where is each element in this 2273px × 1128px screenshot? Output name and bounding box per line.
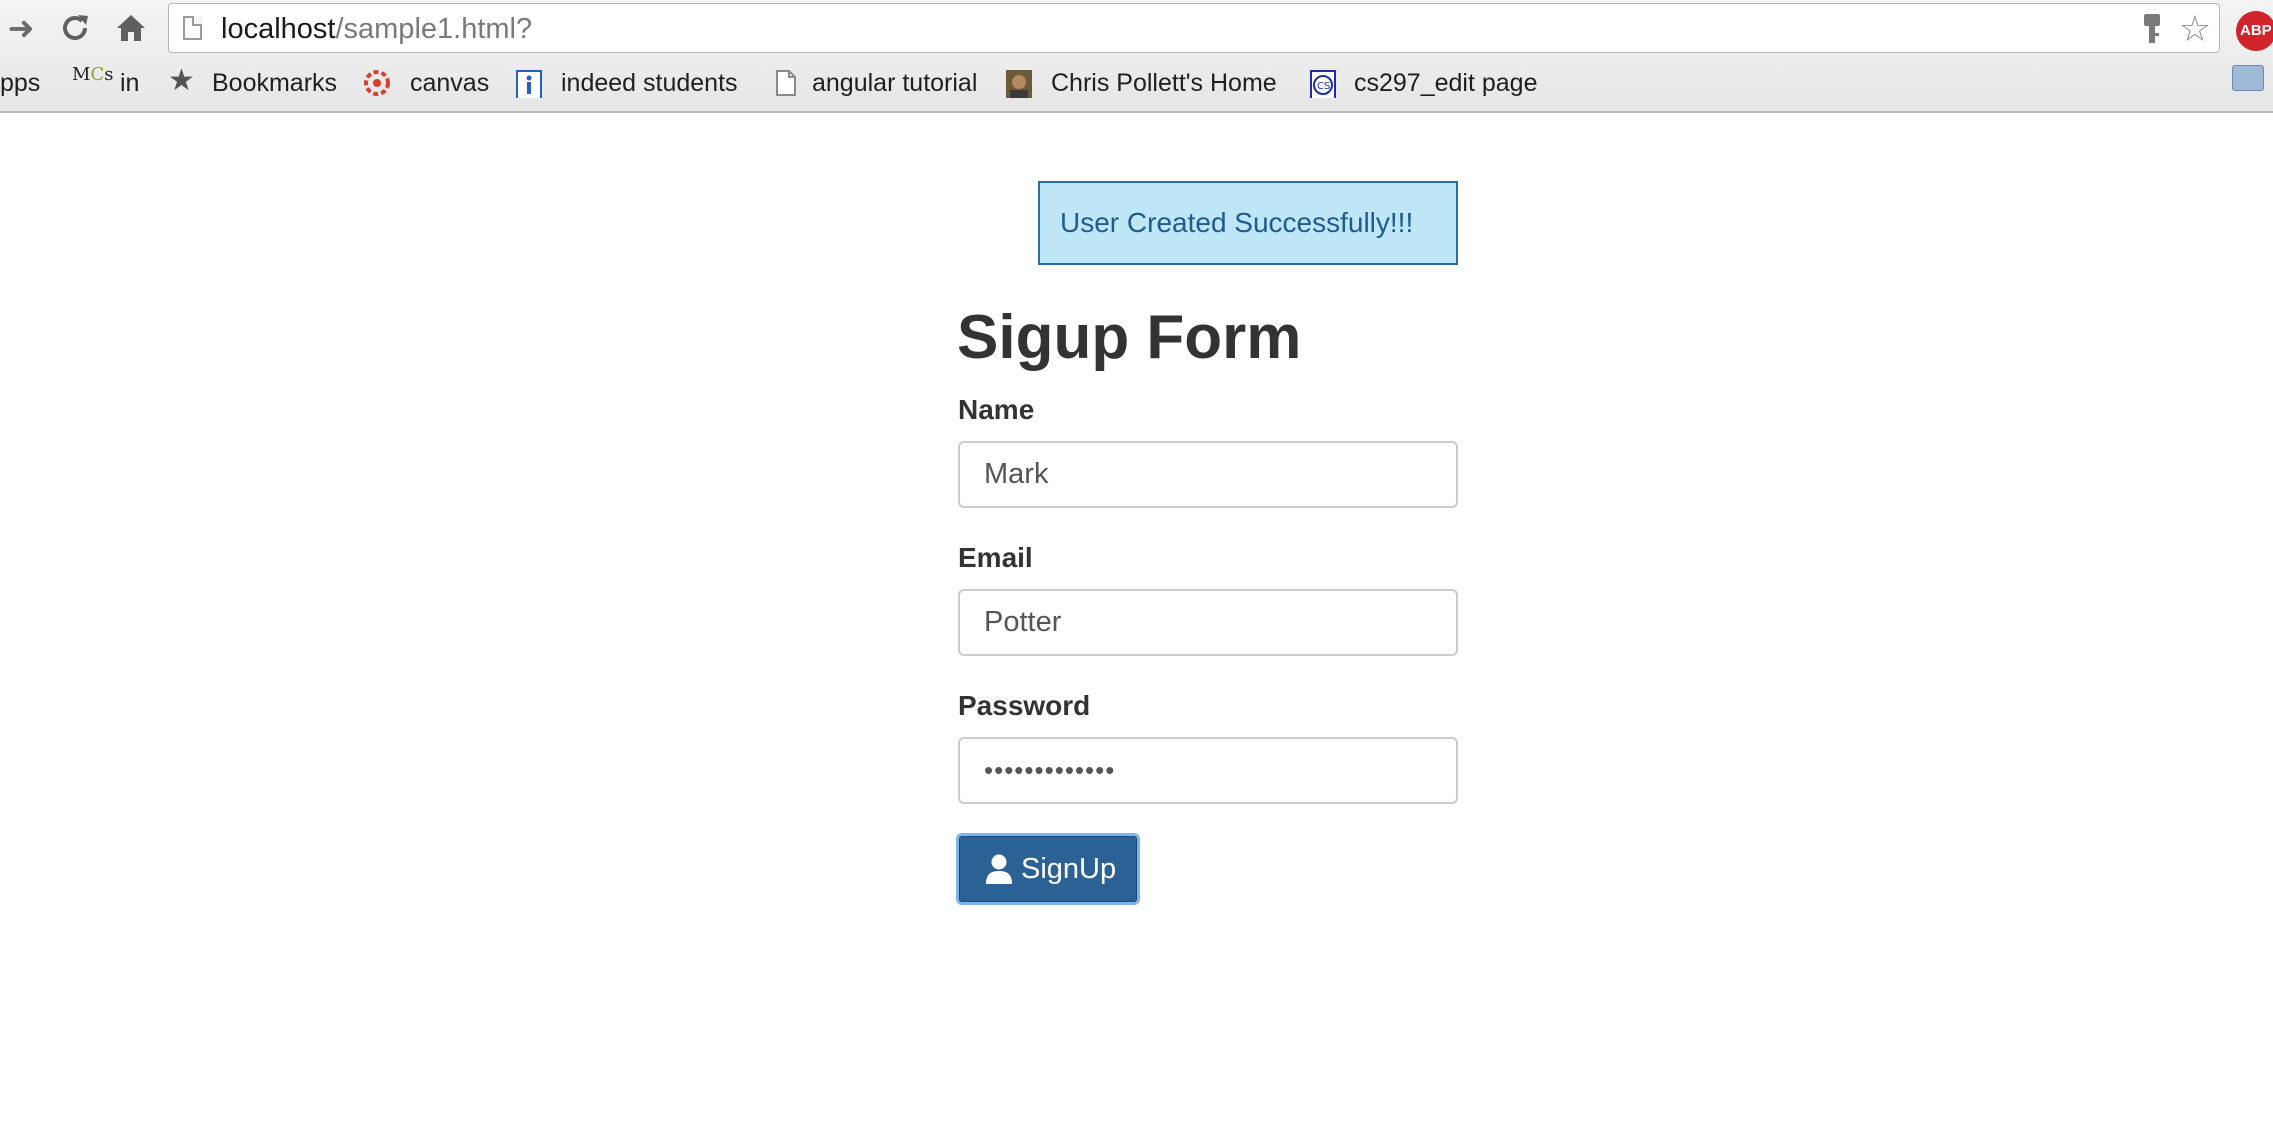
bookmark-star-icon[interactable]: ☆: [2179, 10, 2211, 48]
cs-icon: CS: [1310, 70, 1336, 98]
email-input[interactable]: [958, 589, 1458, 656]
other-bookmarks-folder-icon[interactable]: [2232, 65, 2264, 91]
signup-button-label: SignUp: [1021, 853, 1117, 885]
bookmarks-bar: pps MCs in ★ Bookmarks canvas indeed stu…: [0, 60, 2273, 106]
bookmark-pollett[interactable]: Chris Pollett's Home: [1006, 60, 1282, 106]
browser-toolbar: ➜ localhost/sample1.html? ☆ ABP: [0, 0, 2273, 58]
bookmark-bookmarks[interactable]: ★ Bookmarks: [168, 60, 348, 106]
user-icon: [986, 854, 1012, 884]
name-input[interactable]: [958, 441, 1458, 508]
bookmark-mcs[interactable]: MCs in: [72, 60, 142, 106]
password-mask: •••••••••••••: [984, 755, 1116, 785]
forward-icon[interactable]: ➜: [0, 7, 42, 49]
svg-text:CS: CS: [1317, 81, 1330, 92]
reload-icon[interactable]: [54, 7, 96, 49]
mcs-icon: MCs: [72, 64, 114, 85]
email-label: Email: [958, 542, 1033, 573]
bookmark-cs297[interactable]: CS cs297_edit page: [1310, 60, 1560, 106]
page-icon: [183, 16, 202, 40]
password-input[interactable]: •••••••••••••: [958, 737, 1458, 804]
success-alert-message: User Created Successfully!!!: [1060, 207, 1414, 238]
home-icon[interactable]: [110, 7, 152, 49]
bookmark-indeed[interactable]: indeed students: [516, 60, 746, 106]
canvas-icon: [364, 70, 390, 96]
success-alert: User Created Successfully!!!: [1038, 181, 1458, 265]
avatar-icon: [1006, 70, 1032, 98]
bookmark-angular[interactable]: angular tutorial: [772, 60, 982, 106]
adblock-icon[interactable]: ABP: [2236, 11, 2273, 51]
page-title: Sigup Form: [957, 303, 1302, 372]
star-icon: ★: [168, 64, 195, 97]
password-label: Password: [958, 690, 1091, 721]
page-icon: [776, 70, 796, 96]
name-label: Name: [958, 394, 1035, 425]
signup-button[interactable]: SignUp: [956, 833, 1140, 905]
info-icon: [516, 70, 542, 98]
key-icon[interactable]: [2143, 13, 2161, 45]
address-bar[interactable]: localhost/sample1.html? ☆: [168, 3, 2220, 53]
browser-chrome: ➜ localhost/sample1.html? ☆ ABP pps MCs …: [0, 0, 2273, 113]
bookmark-canvas[interactable]: canvas: [364, 60, 494, 106]
url-text[interactable]: localhost/sample1.html?: [221, 4, 532, 54]
